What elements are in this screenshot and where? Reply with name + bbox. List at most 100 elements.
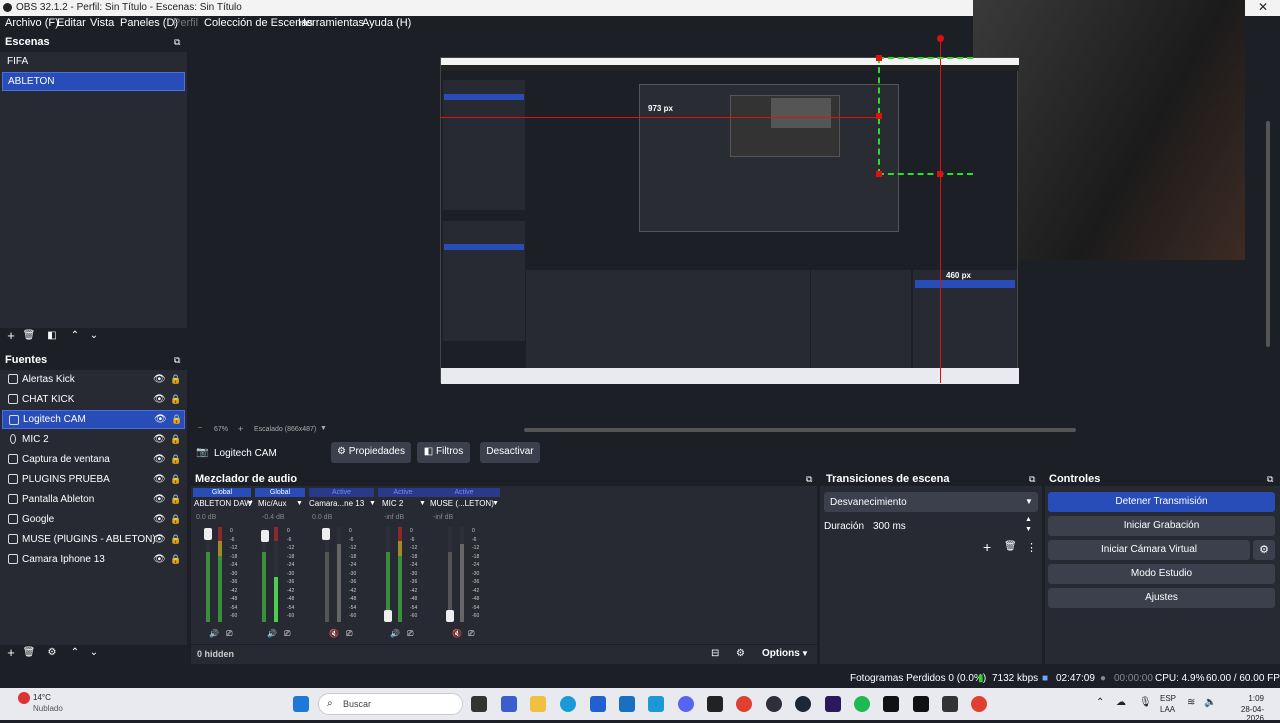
speaker-icon[interactable]: 🔊	[267, 629, 277, 638]
source-item[interactable]: Camara Iphone 13 👁 🔒	[2, 550, 185, 569]
visibility-icon[interactable]: 👁	[153, 430, 166, 449]
chevron-down-icon[interactable]: ▼	[320, 425, 327, 432]
visibility-icon[interactable]: 👁	[153, 390, 166, 409]
chevron-down-icon[interactable]: ▼	[247, 500, 254, 507]
zoom-out-icon[interactable]: −	[198, 425, 202, 432]
studio-mode-button[interactable]: Modo Estudio	[1048, 564, 1275, 584]
visibility-icon[interactable]: 👁	[154, 411, 167, 428]
cloud-icon[interactable]: ☁	[1116, 697, 1126, 708]
teams-icon[interactable]	[501, 696, 517, 712]
move-down-icon[interactable]: ⌄	[87, 646, 101, 660]
wifi-icon[interactable]: ≋	[1187, 697, 1195, 708]
obs-icon[interactable]	[766, 696, 782, 712]
source-item[interactable]: Alertas Kick 👁 🔒	[2, 370, 185, 389]
properties-button[interactable]: ⚙ Propiedades	[331, 442, 411, 463]
scene-item-fifa[interactable]: FIFA	[2, 52, 185, 71]
menu-paneles[interactable]: Paneles (D)	[120, 17, 178, 29]
close-window-icon[interactable]: ✕	[1258, 0, 1268, 14]
lock-icon[interactable]: 🔒	[170, 370, 181, 389]
undock-icon[interactable]: ⧉	[1029, 474, 1035, 485]
undock-icon[interactable]: ⧉	[806, 474, 812, 485]
volume-fader[interactable]	[384, 610, 392, 622]
speaker-icon[interactable]: 🔊	[209, 629, 219, 638]
windows-start-icon[interactable]	[293, 696, 309, 712]
remove-transition-icon[interactable]: 🗑	[1004, 541, 1017, 552]
spin-up-icon[interactable]: ▲	[1025, 516, 1032, 523]
start-recording-button[interactable]: Iniciar Grabación	[1048, 516, 1275, 536]
lock-icon[interactable]: 🔒	[170, 510, 181, 529]
source-item[interactable]: CHAT KICK 👁 🔒	[2, 390, 185, 409]
gear-icon[interactable]: ⚙	[45, 646, 59, 660]
resize-handle[interactable]	[937, 171, 943, 177]
chevron-down-icon[interactable]: ▼	[801, 649, 809, 658]
volume-fader[interactable]	[322, 528, 330, 540]
folder-icon[interactable]	[530, 696, 546, 712]
menu-perfil[interactable]: Perfil	[173, 17, 198, 29]
start-virtual-camera-button[interactable]: Iniciar Cámara Virtual	[1048, 540, 1250, 560]
outlook-icon[interactable]	[619, 696, 635, 712]
chevron-down-icon[interactable]: ▼	[492, 500, 499, 507]
move-up-icon[interactable]: ⌃	[68, 646, 82, 660]
stop-streaming-button[interactable]: Detener Transmisión	[1048, 492, 1275, 512]
advanced-audio-icon[interactable]: ⚙	[736, 648, 745, 659]
guide-handle[interactable]	[937, 35, 944, 42]
resize-handle[interactable]	[876, 55, 882, 61]
chevron-down-icon[interactable]: ▼	[296, 500, 303, 507]
menu-archivo[interactable]: Archivo (F)	[5, 17, 59, 29]
selection-box[interactable]	[878, 57, 973, 175]
live-icon[interactable]	[942, 696, 958, 712]
resize-handle[interactable]	[876, 113, 882, 119]
menu-coleccion[interactable]: Colección de Escenas	[204, 17, 313, 29]
edge-icon[interactable]	[560, 696, 576, 712]
menu-ayuda[interactable]: Ayuda (H)	[362, 17, 411, 29]
transition-select[interactable]: Desvanecimiento ▼	[824, 492, 1038, 512]
volume-fader[interactable]	[204, 528, 212, 540]
spotify-icon[interactable]	[854, 696, 870, 712]
settings-button[interactable]: Ajustes	[1048, 588, 1275, 608]
menu-herramientas[interactable]: Herramientas	[298, 17, 364, 29]
layout-icon[interactable]: ⊟	[711, 648, 719, 659]
more-options-icon[interactable]: ⋮	[1026, 541, 1037, 554]
lock-icon[interactable]: 🔒	[170, 550, 181, 569]
chrome-icon[interactable]	[971, 696, 987, 712]
source-item[interactable]: PLUGINS PRUEBA 👁 🔒	[2, 470, 185, 489]
capcut-icon[interactable]	[707, 696, 723, 712]
monitor-icon[interactable]: ⎚	[346, 629, 352, 639]
gear-icon[interactable]: ⚙	[1253, 540, 1275, 560]
resize-handle[interactable]	[876, 171, 882, 177]
zoom-in-icon[interactable]: +	[238, 424, 243, 434]
spin-down-icon[interactable]: ▼	[1025, 526, 1032, 533]
visibility-icon[interactable]: 👁	[153, 530, 166, 549]
ableton-icon[interactable]	[883, 696, 899, 712]
source-item[interactable]: MUSE (PlUGINS - ABLETON) 👁 🔒	[2, 530, 185, 549]
duration-input[interactable]: 300 ms ▲ ▼	[868, 516, 1036, 536]
volume-fader[interactable]	[446, 610, 454, 622]
add-transition-icon[interactable]: +	[983, 539, 991, 555]
undock-icon[interactable]: ⧉	[174, 37, 180, 48]
channel-name[interactable]: Mic/Aux	[258, 499, 286, 508]
deactivate-button[interactable]: Desactivar	[480, 442, 540, 463]
visibility-icon[interactable]: 👁	[153, 490, 166, 509]
chevron-up-icon[interactable]: ⌃	[1096, 697, 1104, 708]
visibility-icon[interactable]: 👁	[153, 370, 166, 389]
speaker-icon[interactable]: 🔊	[390, 629, 400, 638]
move-up-icon[interactable]: ⌃	[68, 329, 82, 343]
lock-icon[interactable]: 🔒	[170, 470, 181, 489]
clock-date[interactable]: 28-04-2026	[1224, 705, 1264, 723]
source-item[interactable]: Pantalla Ableton 👁 🔒	[2, 490, 185, 509]
options-button[interactable]: Options	[762, 648, 800, 659]
source-item[interactable]: Captura de ventana 👁 🔒	[2, 450, 185, 469]
undock-icon[interactable]: ⧉	[174, 355, 180, 366]
lock-icon[interactable]: 🔒	[170, 490, 181, 509]
remove-scene-icon[interactable]: 🗑	[22, 329, 36, 343]
language[interactable]: ESP	[1160, 694, 1176, 703]
steam-icon[interactable]	[795, 696, 811, 712]
scene-item-ableton[interactable]: ABLETON	[2, 72, 185, 91]
lock-icon[interactable]: 🔒	[171, 411, 182, 428]
visibility-icon[interactable]: 👁	[153, 450, 166, 469]
speaker-muted-icon[interactable]: 🔇	[329, 629, 339, 638]
menu-vista[interactable]: Vista	[90, 17, 114, 29]
lock-icon[interactable]: 🔒	[170, 430, 181, 449]
chevron-down-icon[interactable]: ▼	[369, 500, 376, 507]
lock-icon[interactable]: 🔒	[170, 450, 181, 469]
